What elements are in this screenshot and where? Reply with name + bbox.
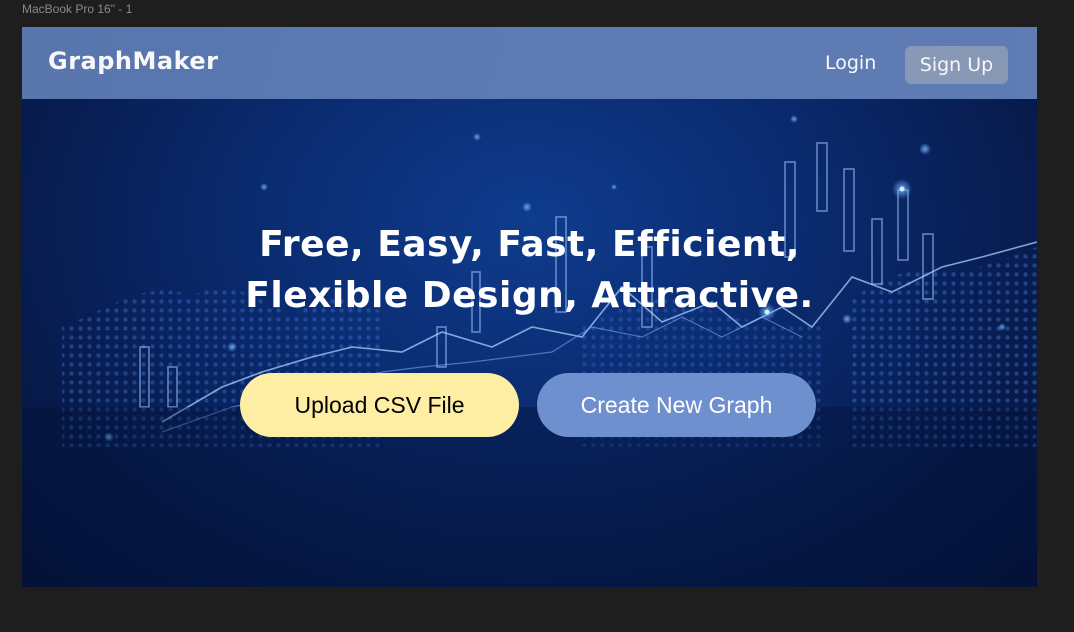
brand-logo[interactable]: GraphMaker: [48, 47, 219, 75]
upload-csv-button[interactable]: Upload CSV File: [240, 373, 519, 437]
landing-page: GraphMaker Login Sign Up Free, Easy, Fas…: [22, 27, 1037, 587]
create-new-graph-button[interactable]: Create New Graph: [537, 373, 816, 437]
hero-headline-line-1: Free, Easy, Fast, Efficient,: [259, 224, 800, 265]
sign-up-button[interactable]: Sign Up: [905, 46, 1008, 84]
login-link[interactable]: Login: [825, 52, 876, 74]
artboard-label: MacBook Pro 16" - 1: [22, 2, 133, 16]
top-navbar: GraphMaker Login Sign Up: [22, 27, 1037, 99]
hero-headline: Free, Easy, Fast, Efficient, Flexible De…: [22, 219, 1037, 321]
hero-headline-line-2: Flexible Design, Attractive.: [245, 275, 814, 316]
